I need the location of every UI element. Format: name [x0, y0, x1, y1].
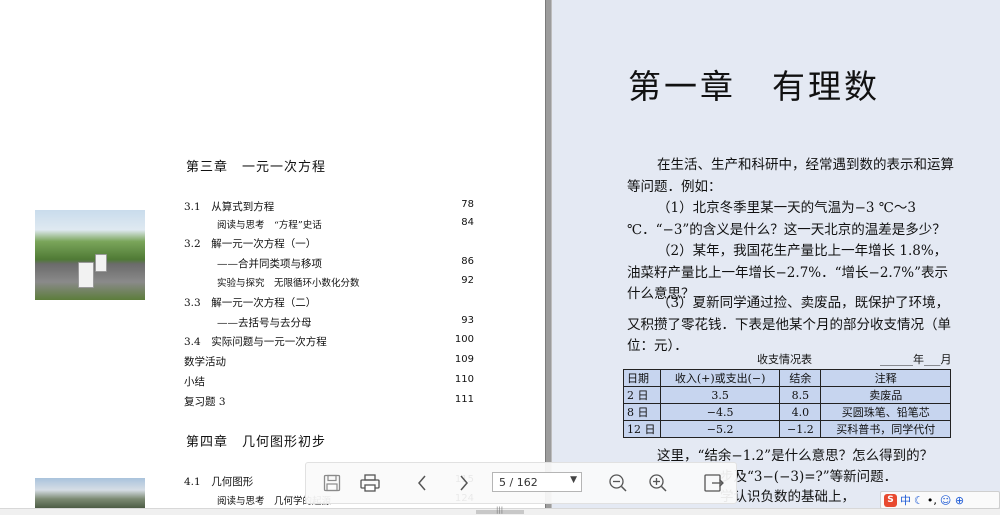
horizontal-scrollbar[interactable]: |||: [0, 506, 1000, 515]
print-icon: [360, 474, 380, 492]
table-cell: 12 日: [623, 420, 661, 438]
toc-entry-title: 3.4 实际问题与一元一次方程: [184, 336, 327, 348]
zoom-in-icon: [649, 474, 667, 492]
stadium-photo: [35, 478, 145, 508]
table-cell: 2 日: [623, 386, 661, 404]
table-cell: −4.5: [659, 403, 781, 421]
toc-entry: 3.4 实际问题与一元一次方程 100: [184, 334, 474, 350]
previous-page-button[interactable]: [410, 471, 434, 495]
table-cell: −5.2: [659, 420, 781, 438]
toc-entry-page: 110: [454, 374, 474, 385]
question-1: （1）北京冬季里某一天的气温为−3 ℃～3 ℃．“−3”的含义是什么？这一天北京…: [627, 200, 946, 238]
ime-language-toggle[interactable]: 中: [900, 492, 911, 508]
chapter-title: 第一章 有理数: [628, 67, 880, 106]
intro-paragraph: 在生活、生产和科研中，经常遇到数的表示和运算等问题．例如：: [627, 157, 954, 195]
toc-entry: 数学活动 109: [184, 354, 474, 370]
table-header: 日期: [623, 369, 661, 387]
table-cell: 3.5: [659, 386, 781, 404]
toc-entry-page: 109: [454, 354, 474, 365]
scrollbar-grip-icon: |||: [496, 506, 504, 514]
table-header-row: 日期 收入(+)或支出(−) 结余 注释: [623, 369, 951, 387]
pdf-viewer[interactable]: 第三章 一元一次方程 3.1 从算式到方程 78 阅读与思考 “方程”史话 84…: [0, 0, 1000, 508]
save-button[interactable]: [320, 471, 344, 495]
previous-page-icon: [418, 475, 426, 491]
toc-chapter-4: 第四章 几何图形初步: [186, 435, 327, 450]
toc-entry-page: 84: [461, 217, 474, 228]
table-cell: 8 日: [623, 403, 661, 421]
question-3: （3）夏新同学通过捡、卖废品，既保护了环境，又积攒了零花钱．下表是他某个月的部分…: [627, 295, 951, 354]
toc-entry-page: 111: [454, 394, 474, 405]
toc-entry-page: 86: [461, 256, 474, 267]
next-page-icon: [460, 475, 468, 491]
toc-entry-page: 100: [454, 334, 474, 345]
table-cell: 买圆珠笔、铅笔芯: [820, 403, 951, 421]
toc-entry-title: 阅读与思考 “方程”史话: [217, 220, 322, 231]
bus-shape: [95, 254, 107, 272]
print-button[interactable]: [358, 471, 382, 495]
toc-entry: 3.3 解一元一次方程（二）: [184, 295, 474, 311]
table-cell: −1.2: [779, 420, 822, 438]
toc-entry: 实验与探究 无限循环小数化分数 92: [184, 275, 474, 291]
ime-punctuation-toggle[interactable]: •,: [927, 494, 937, 507]
toc-entry: ——合并同类项与移项 86: [184, 256, 474, 272]
fit-page-icon: [704, 474, 724, 492]
chevron-down-icon: ▼: [570, 475, 577, 485]
toc-entry-title: 数学活动: [184, 356, 226, 368]
toc-entry: 3.2 解一元一次方程（一）: [184, 236, 474, 252]
ledger-table: 日期 收入(+)或支出(−) 结余 注释 2 日 3.5 8.5 卖废品 8 日…: [623, 369, 951, 438]
table-row: 12 日 −5.2 −1.2 买科普书，同学代付: [623, 420, 951, 438]
toc-entry-title: 3.3 解一元一次方程（二）: [184, 297, 317, 309]
toc-entry-page: 78: [461, 199, 474, 210]
toc-entry-title: 复习题 3: [184, 396, 226, 408]
next-page-button[interactable]: [452, 471, 476, 495]
toc-entry-title: 实验与探究 无限循环小数化分数: [217, 278, 360, 289]
toc-entry-title: 4.1 几何图形: [184, 476, 254, 488]
table-row: 8 日 −4.5 4.0 买圆珠笔、铅笔芯: [623, 403, 951, 421]
page-number-select[interactable]: 5 / 162 ▼: [492, 472, 582, 492]
toc-entry-title: ——去括号与去分母: [217, 317, 312, 329]
zoom-in-button[interactable]: [646, 471, 670, 495]
page-indicator: 5 / 162: [499, 476, 538, 489]
zoom-out-icon: [609, 474, 627, 492]
toc-entry-page: 93: [461, 315, 474, 326]
toc-entry-title: 3.1 从算式到方程: [184, 201, 275, 213]
sogou-logo-icon: S: [884, 493, 897, 507]
viewer-toolbar: 5 / 162 ▼: [305, 462, 737, 504]
highway-photo: [35, 210, 145, 300]
page-separator: [545, 0, 552, 508]
toc-entry: 3.1 从算式到方程 78: [184, 199, 474, 215]
ime-extra-icons[interactable]: ☺ ⊕: [940, 494, 964, 507]
moon-icon[interactable]: ☾: [914, 494, 924, 507]
bus-shape: [78, 262, 94, 288]
table-cell: 买科普书，同学代付: [820, 420, 951, 438]
toc-entry-title: 3.2 解一元一次方程（一）: [184, 238, 317, 250]
table-cell: 8.5: [779, 386, 822, 404]
toc-entry: ——去括号与去分母 93: [184, 315, 474, 331]
table-caption: 收支情况表: [757, 353, 812, 366]
toc-entry-page: 92: [461, 275, 474, 286]
save-icon: [323, 474, 341, 492]
toc-entry-title: ——合并同类项与移项: [217, 258, 322, 270]
zoom-out-button[interactable]: [606, 471, 630, 495]
table-header: 结余: [779, 369, 822, 387]
toc-chapter-3: 第三章 一元一次方程: [186, 160, 327, 175]
toc-entry: 复习题 3 111: [184, 394, 474, 410]
after-table-line-2: 步及“3−(−3)=?”等新问题．: [720, 469, 898, 485]
ime-toolbar[interactable]: S 中 ☾ •, ☺ ⊕: [880, 491, 1000, 509]
left-page: 第三章 一元一次方程 3.1 从算式到方程 78 阅读与思考 “方程”史话 84…: [0, 0, 545, 508]
toc-entry: 小结 110: [184, 374, 474, 390]
table-date: ______年___月: [880, 353, 952, 366]
toc-entry: 阅读与思考 “方程”史话 84: [184, 217, 474, 233]
table-cell: 4.0: [779, 403, 822, 421]
table-header: 收入(+)或支出(−): [659, 369, 781, 387]
table-cell: 卖废品: [820, 386, 951, 404]
table-header: 注释: [820, 369, 951, 387]
toc-entry-title: 小结: [184, 376, 205, 388]
fit-page-button[interactable]: [702, 471, 726, 495]
table-row: 2 日 3.5 8.5 卖废品: [623, 386, 951, 404]
